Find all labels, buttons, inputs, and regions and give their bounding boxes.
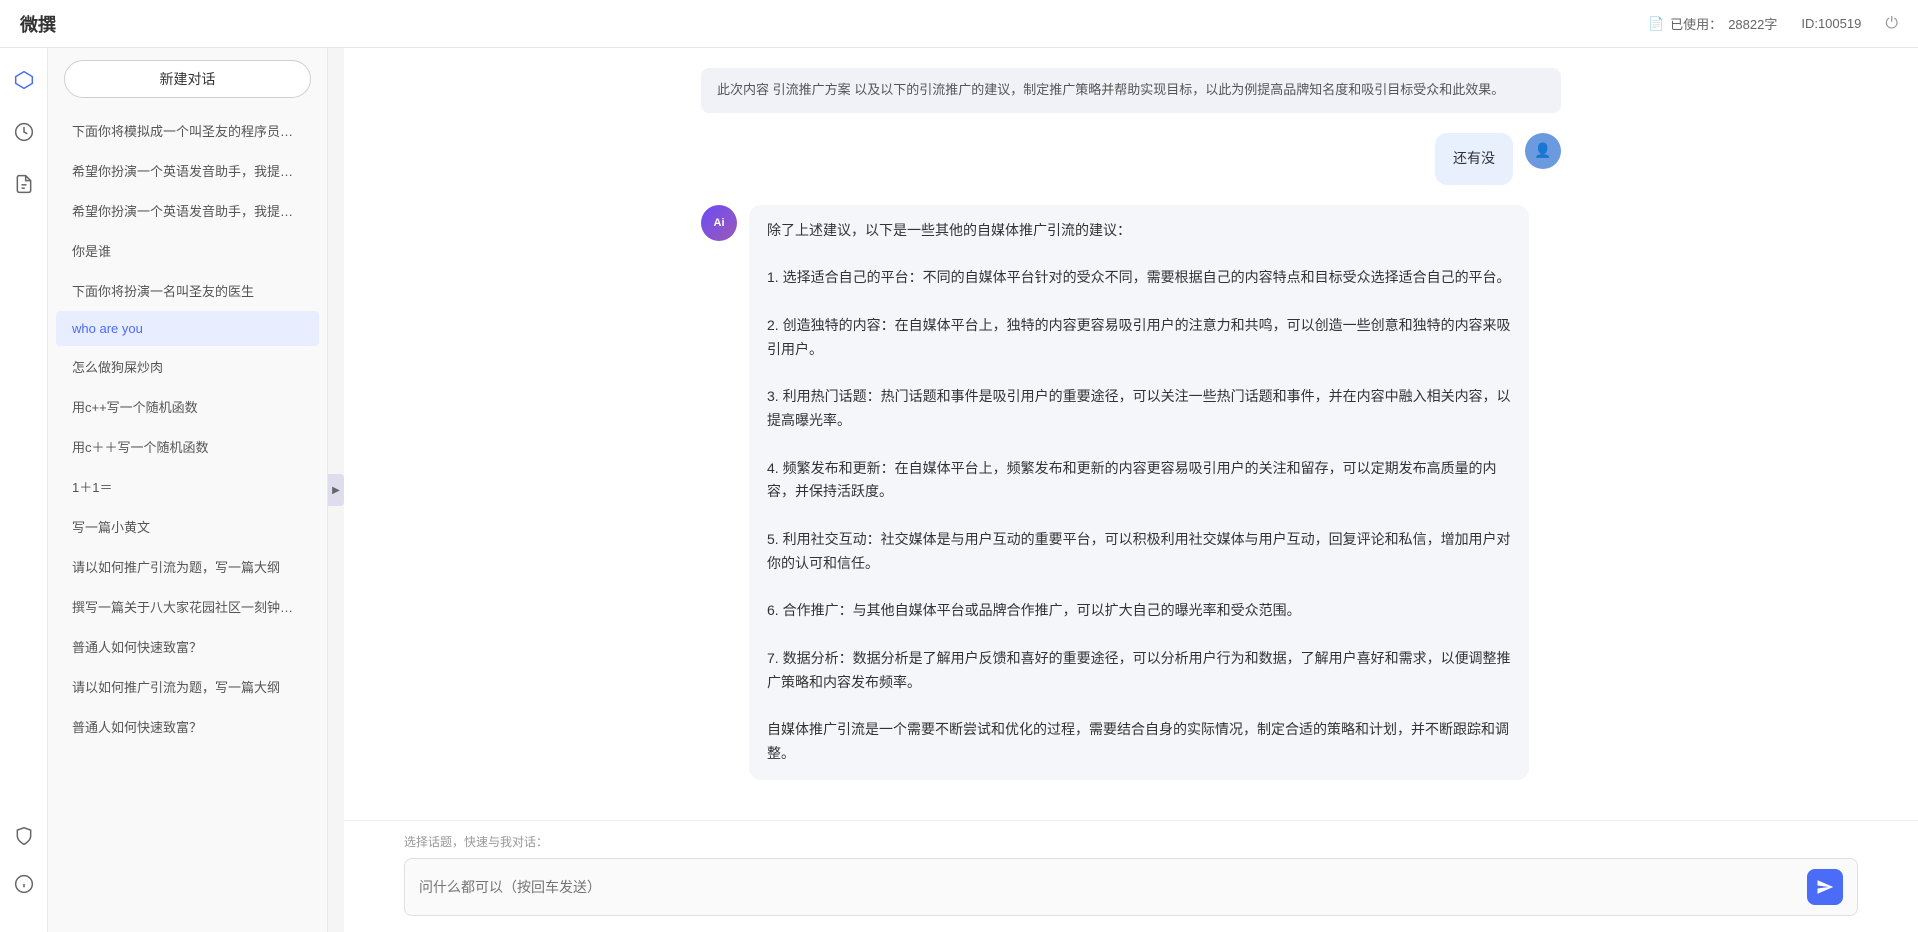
power-button[interactable]: ⏻ [1885,15,1898,33]
chat-list: 下面你将模拟成一个叫圣友的程序员，我说...希望你扮演一个英语发音助手，我提供给… [48,110,327,932]
user-id: ID:100519 [1801,16,1861,31]
previous-message: 此次内容 引流推广方案 以及以下的引流推广的建议，制定推广策略并帮助实现目标，以… [701,68,1561,113]
chat-input[interactable] [419,879,1797,895]
input-row [404,858,1858,916]
quick-topics-label: 选择话题，快速与我对话： [404,833,1858,850]
sidebar-icon-hexagon[interactable] [8,64,40,96]
chat-list-item[interactable]: 请以如何推广引流为题，写一篇大纲 [56,547,319,586]
ai-message: Ai 除了上述建议，以下是一些其他的自媒体推广引流的建议： 1. 选择适合自己的平… [701,205,1561,780]
chat-list-item[interactable]: 你是谁 [56,231,319,270]
sidebar-expand-toggle[interactable]: ▶ [328,474,344,506]
sidebar-icon-info[interactable] [8,868,40,900]
chat-list-item[interactable]: 普通人如何快速致富？ [56,627,319,666]
chat-list-item[interactable]: 普通人如何快速致富？ [56,707,319,746]
ai-message-content: 除了上述建议，以下是一些其他的自媒体推广引流的建议： 1. 选择适合自己的平台：… [749,205,1529,780]
main-layout: 新建对话 下面你将模拟成一个叫圣友的程序员，我说...希望你扮演一个英语发音助手… [0,48,1918,932]
sidebar-icon-shield[interactable] [8,820,40,852]
send-button[interactable] [1807,869,1843,905]
ai-avatar: Ai [701,205,737,241]
chat-list-item[interactable]: who are you [56,311,319,346]
chat-list-item[interactable]: 用c＋＋写一个随机函数 [56,427,319,466]
chat-list-item[interactable]: 请以如何推广引流为题，写一篇大纲 [56,667,319,706]
topbar-left: 微撰 [20,11,56,37]
chat-list-item[interactable]: 1＋1＝ [56,467,319,506]
app-title: 微撰 [20,11,56,37]
doc-icon: 📄 [1648,16,1664,32]
chat-list-item[interactable]: 下面你将模拟成一个叫圣友的程序员，我说... [56,111,319,150]
user-message: 👤 还有没 [701,133,1561,185]
chat-list-item[interactable]: 用c++写一个随机函数 [56,387,319,426]
chat-input-area: 选择话题，快速与我对话： [344,820,1918,932]
topbar: 微撰 📄 已使用： 28822字 ID:100519 ⏻ [0,0,1918,48]
user-message-content: 还有没 [1435,133,1513,185]
sidebar-icon-clock[interactable] [8,116,40,148]
chat-list-item[interactable]: 希望你扮演一个英语发音助手，我提供给你... [56,191,319,230]
chat-list-item[interactable]: 写一篇小黄文 [56,507,319,546]
icon-sidebar-bottom [8,820,40,916]
chat-list-item[interactable]: 撰写一篇关于八大家花园社区一刻钟便民生... [56,587,319,626]
chat-list-item[interactable]: 下面你将扮演一名叫圣友的医生 [56,271,319,310]
usage-value: 28822字 [1728,14,1777,33]
sidebar-icon-file[interactable] [8,168,40,200]
usage-label: 已使用： [1670,14,1722,33]
user-avatar: 👤 [1525,133,1561,169]
chat-list-item[interactable]: 希望你扮演一个英语发音助手，我提供给你... [56,151,319,190]
topbar-right: 📄 已使用： 28822字 ID:100519 ⏻ [1648,14,1898,33]
icon-sidebar [0,48,48,932]
chat-messages: 此次内容 引流推广方案 以及以下的引流推广的建议，制定推广策略并帮助实现目标，以… [344,48,1918,820]
chat-main: 此次内容 引流推广方案 以及以下的引流推广的建议，制定推广策略并帮助实现目标，以… [344,48,1918,932]
usage-info: 📄 已使用： 28822字 [1648,14,1777,33]
chat-sidebar: 新建对话 下面你将模拟成一个叫圣友的程序员，我说...希望你扮演一个英语发音助手… [48,48,328,932]
new-chat-button[interactable]: 新建对话 [64,60,311,98]
chat-list-item[interactable]: 怎么做狗屎炒肉 [56,347,319,386]
